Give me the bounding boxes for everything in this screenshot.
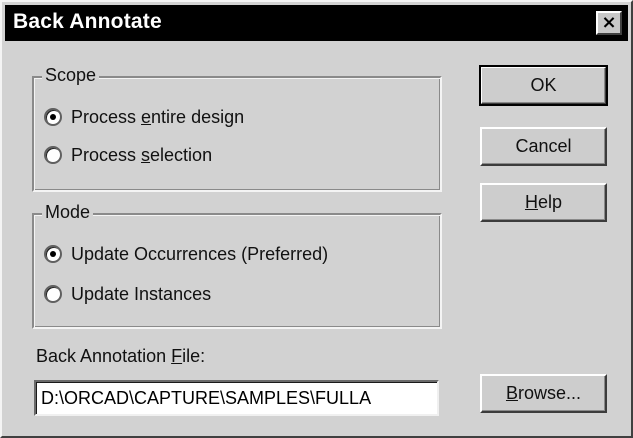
ok-button-label: OK <box>530 75 557 95</box>
close-icon: × <box>601 12 617 33</box>
browse-button-label: Browse... <box>505 383 582 403</box>
back-annotation-file-label: Back Annotation File: <box>36 346 206 366</box>
radio-update-instances[interactable]: Update Instances <box>44 281 211 307</box>
radio-label: Process entire design <box>71 106 245 127</box>
title-bar: Back Annotate × <box>5 5 628 41</box>
radio-unchecked-icon <box>44 285 62 303</box>
cancel-button[interactable]: Cancel <box>480 127 607 166</box>
radio-unchecked-icon <box>44 146 62 164</box>
scope-group-label: Scope <box>42 64 100 86</box>
back-annotation-file-input[interactable]: D:\ORCAD\CAPTURE\SAMPLES\FULLA <box>34 380 439 416</box>
scope-group: Scope Process entire design Process sele… <box>32 64 442 192</box>
window-title: Back Annotate <box>13 10 162 33</box>
help-button-label: Help <box>524 192 563 212</box>
browse-button[interactable]: Browse... <box>480 374 607 413</box>
radio-label: Update Occurrences (Preferred) <box>71 243 329 264</box>
radio-process-selection[interactable]: Process selection <box>44 142 212 168</box>
ok-button[interactable]: OK <box>479 65 608 106</box>
back-annotate-dialog: Back Annotate × Scope Process entire des… <box>0 0 633 438</box>
radio-label: Update Instances <box>71 283 212 304</box>
close-button[interactable]: × <box>596 11 622 35</box>
mode-group: Mode Update Occurrences (Preferred) Upda… <box>32 201 442 329</box>
radio-checked-icon <box>44 108 62 126</box>
radio-label: Process selection <box>71 144 213 165</box>
cancel-button-label: Cancel <box>515 136 572 156</box>
help-button[interactable]: Help <box>480 183 607 222</box>
mode-group-label: Mode <box>42 201 94 223</box>
radio-update-occurrences[interactable]: Update Occurrences (Preferred) <box>44 241 328 267</box>
radio-checked-icon <box>44 245 62 263</box>
radio-process-entire-design[interactable]: Process entire design <box>44 104 244 130</box>
